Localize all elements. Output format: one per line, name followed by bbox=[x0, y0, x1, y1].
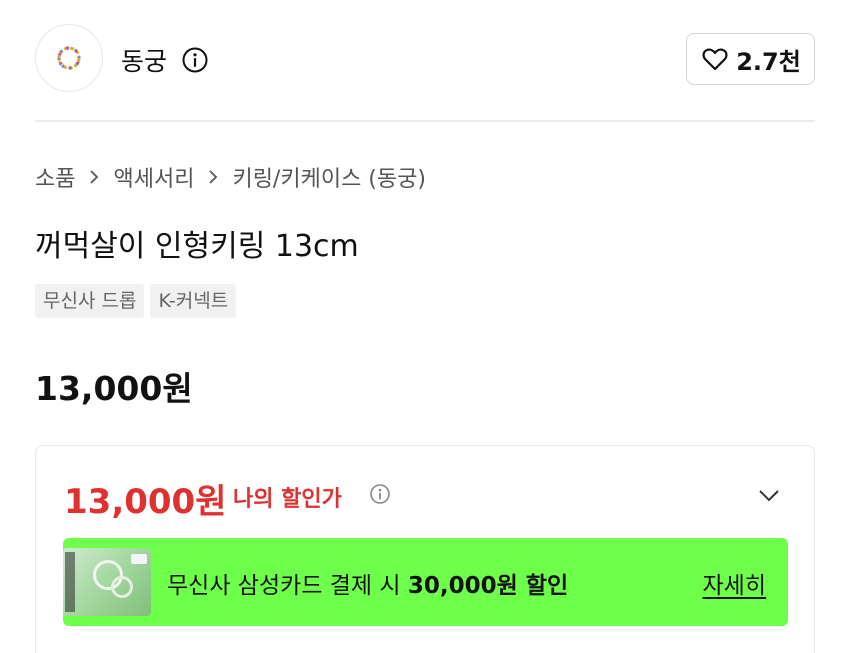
tag[interactable]: 무신사 드롭 bbox=[35, 284, 145, 318]
promo-text-highlight: 30,000원 할인 bbox=[407, 573, 569, 599]
breadcrumb-item[interactable]: 액세서리 bbox=[113, 161, 194, 193]
breadcrumb-item[interactable]: 키링/키케이스 (동궁) bbox=[232, 161, 426, 193]
my-discount-price: 13,000원 bbox=[64, 482, 227, 522]
product-price: 13,000원 bbox=[35, 369, 193, 408]
like-count: 2.7천 bbox=[736, 47, 801, 76]
card-image bbox=[63, 548, 151, 616]
brand-header: 동궁 2.7천 bbox=[35, 24, 815, 94]
my-discount-label: 나의 할인가 bbox=[233, 487, 342, 512]
promo-text: 무신사 삼성카드 결제 시 30,000원 할인 bbox=[167, 566, 568, 600]
discount-card: 13,000원 나의 할인가 무신사 삼성카드 결제 시 30,000원 할인 … bbox=[35, 445, 815, 653]
promo-banner[interactable]: 무신사 삼성카드 결제 시 30,000원 할인 자세히 bbox=[63, 538, 788, 626]
brand-logo-icon bbox=[57, 46, 81, 70]
brand-name[interactable]: 동궁 bbox=[121, 42, 167, 78]
breadcrumb-item[interactable]: 소품 bbox=[35, 161, 75, 193]
product-title: 꺼먹살이 인형키링 13cm bbox=[35, 229, 359, 264]
chevron-down-icon[interactable] bbox=[756, 482, 782, 508]
info-icon[interactable] bbox=[369, 483, 391, 505]
divider bbox=[35, 120, 815, 122]
chevron-right-icon bbox=[90, 170, 99, 184]
heart-outline-icon bbox=[702, 48, 728, 71]
breadcrumb: 소품 액세서리 키링/키케이스 (동궁) bbox=[35, 161, 426, 193]
chevron-right-icon bbox=[209, 170, 218, 184]
promo-details-link[interactable]: 자세히 bbox=[703, 566, 766, 600]
brand-logo[interactable] bbox=[35, 24, 103, 92]
tag[interactable]: K-커넥트 bbox=[150, 284, 237, 318]
info-icon[interactable] bbox=[181, 46, 209, 74]
promo-text-prefix: 무신사 삼성카드 결제 시 bbox=[167, 573, 408, 599]
product-tags: 무신사 드롭 K-커넥트 bbox=[35, 284, 237, 318]
like-button[interactable]: 2.7천 bbox=[686, 33, 815, 85]
